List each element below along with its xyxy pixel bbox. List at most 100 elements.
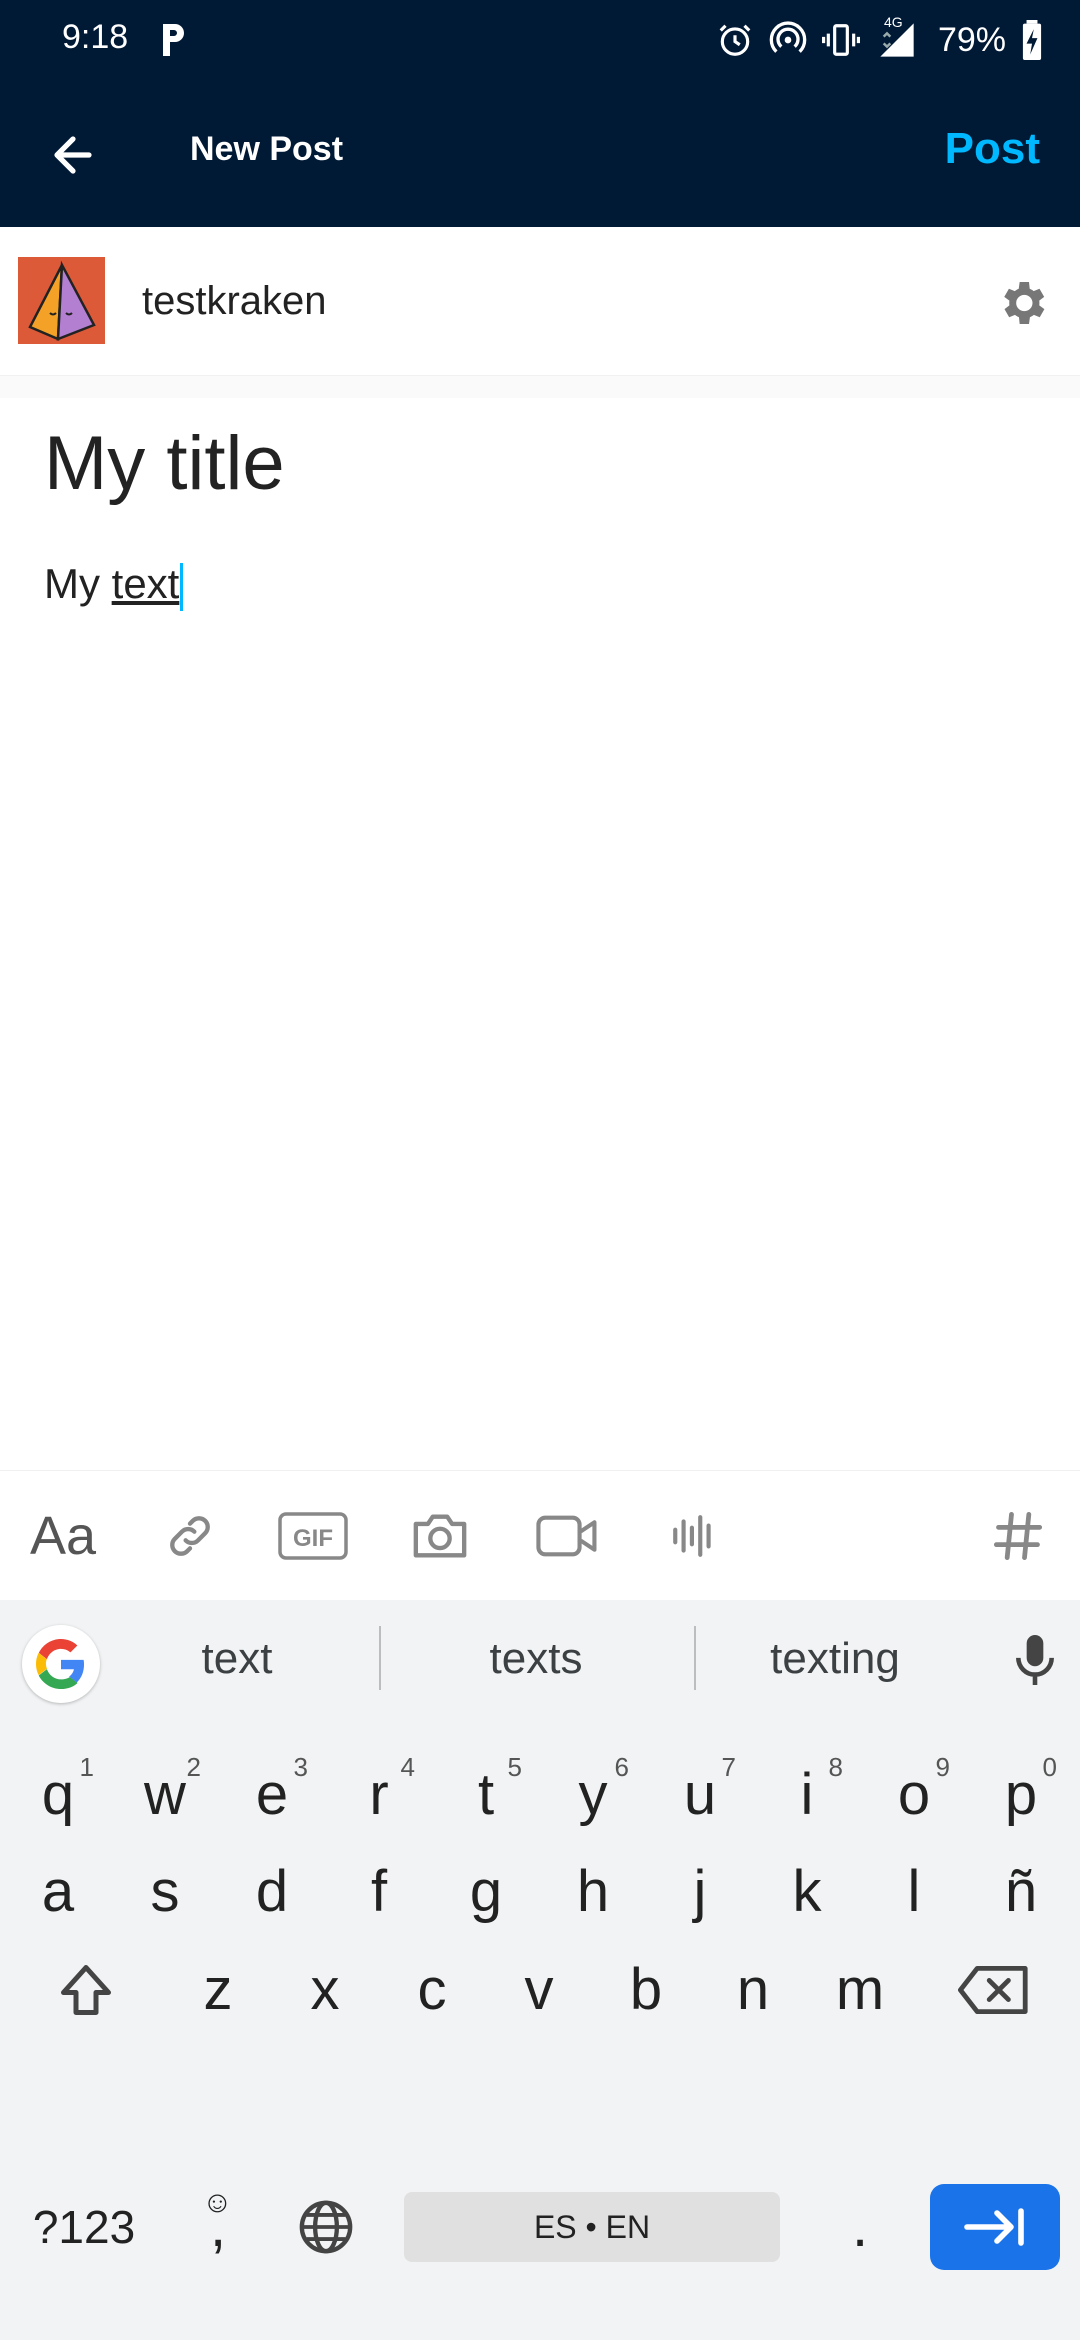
next-arrow-icon [964,2208,1024,2246]
audio-button[interactable] [668,1501,720,1571]
key-label: c [417,1957,447,2022]
key-label: x [310,1957,340,2022]
formatting-toolbar: Aa GIF [0,1470,1080,1601]
space-key[interactable]: ES • EN [404,2192,780,2262]
symbols-key[interactable]: ?123 [22,2167,146,2287]
suggestion-3[interactable]: texting [710,1634,960,1684]
battery-charging-icon [1020,20,1044,60]
microphone-icon [1016,1635,1054,1685]
key-number-hint: 6 [614,1752,629,1782]
key-label: u [683,1762,717,1827]
page-title: New Post [190,130,344,168]
key-number-hint: 9 [935,1752,950,1782]
key-label: e [255,1762,289,1827]
post-button[interactable]: Post [945,124,1040,174]
signal-icon: 4G [874,14,920,60]
battery-percent: 79% [937,20,1006,59]
divider [0,376,1080,398]
key-label: v [524,1957,554,2022]
key-label: p [1004,1762,1038,1827]
key-label: z [203,1957,233,2022]
suggestion-2[interactable]: texts [411,1634,661,1684]
tags-button[interactable] [990,1501,1046,1571]
key-number-hint: 7 [721,1752,736,1782]
video-camera-icon [536,1515,597,1557]
comma-key[interactable]: ☺ , [168,2167,268,2287]
key-number-hint: 3 [293,1752,308,1782]
blog-selector[interactable]: testkraken [0,227,1080,376]
key-number-hint: 0 [1042,1752,1057,1782]
emoji-icon: ☺ [202,2186,233,2219]
body-text: My [44,560,112,607]
period-key[interactable]: . [810,2167,910,2287]
key-n[interactable]: n [703,1930,803,2050]
gif-button[interactable]: GIF [278,1501,348,1571]
keyboard: text texts texting ?123 ☺ , ES • EN . q1… [0,1600,1080,2340]
key-label: k [792,1859,822,1924]
video-button[interactable] [534,1501,600,1571]
key-x[interactable]: x [275,1930,375,2050]
audio-wave-icon [673,1515,711,1557]
key-number-hint: 2 [186,1752,201,1782]
google-icon[interactable] [22,1625,100,1703]
back-button[interactable] [40,122,106,188]
link-button[interactable] [160,1501,220,1571]
key-c[interactable]: c [382,1930,482,2050]
text-style-button[interactable]: Aa [28,1501,98,1571]
suggestion-divider [379,1626,381,1690]
text-cursor [180,562,184,611]
link-icon [170,1516,210,1556]
key-label: i [800,1762,814,1827]
key-label: q [41,1762,75,1827]
post-title-field[interactable]: My title [44,420,285,507]
key-label: b [629,1957,663,2022]
settings-button[interactable] [994,275,1050,331]
hashtag-icon [993,1511,1043,1561]
key-label: j [693,1859,707,1924]
voice-input-button[interactable] [1010,1630,1060,1690]
key-label: h [576,1859,610,1924]
photo-button[interactable] [410,1501,470,1571]
status-bar: 9:18 4G 79% [0,0,1080,80]
suggestion-bar: text texts texting [0,1600,1080,1716]
key-number-hint: 5 [507,1752,522,1782]
body-composing-word: text [111,560,180,607]
gif-icon: GIF [278,1512,348,1560]
key-label: f [370,1859,388,1924]
blog-avatar[interactable] [18,257,105,344]
key-label: t [477,1762,495,1827]
network-type: 4G [883,14,903,30]
key-label: ñ [1004,1859,1038,1924]
alarm-icon [716,21,754,59]
key-label: s [150,1859,180,1924]
key-number-hint: 1 [79,1752,94,1782]
key-ñ[interactable]: ñ [971,1832,1071,1952]
key-v[interactable]: v [489,1930,589,2050]
app-bar: New Post Post [0,80,1080,227]
key-label: r [369,1762,389,1827]
key-number-hint: 4 [400,1752,415,1782]
suggestion-1[interactable]: text [112,1634,362,1684]
suggestion-divider [694,1626,696,1690]
back-arrow-icon [54,136,92,174]
status-time: 9:18 [62,18,129,56]
key-m[interactable]: m [810,1930,910,2050]
blog-name[interactable]: testkraken [142,279,327,324]
key-label: d [255,1859,289,1924]
hotspot-icon [768,20,808,60]
key-label: w [144,1762,186,1827]
key-label: m [835,1957,885,2022]
key-a[interactable]: a [8,1832,108,1952]
key-label: g [469,1859,503,1924]
vibrate-icon [821,20,860,60]
pandora-icon [160,22,186,58]
key-b[interactable]: b [596,1930,696,2050]
post-body-field[interactable]: My text [44,560,184,611]
language-key[interactable] [276,2182,376,2272]
key-label: y [578,1762,608,1827]
key-label: l [907,1859,921,1924]
key-label: a [41,1859,75,1924]
key-z[interactable]: z [168,1930,268,2050]
enter-key[interactable] [930,2184,1060,2270]
key-number-hint: 8 [828,1752,843,1782]
